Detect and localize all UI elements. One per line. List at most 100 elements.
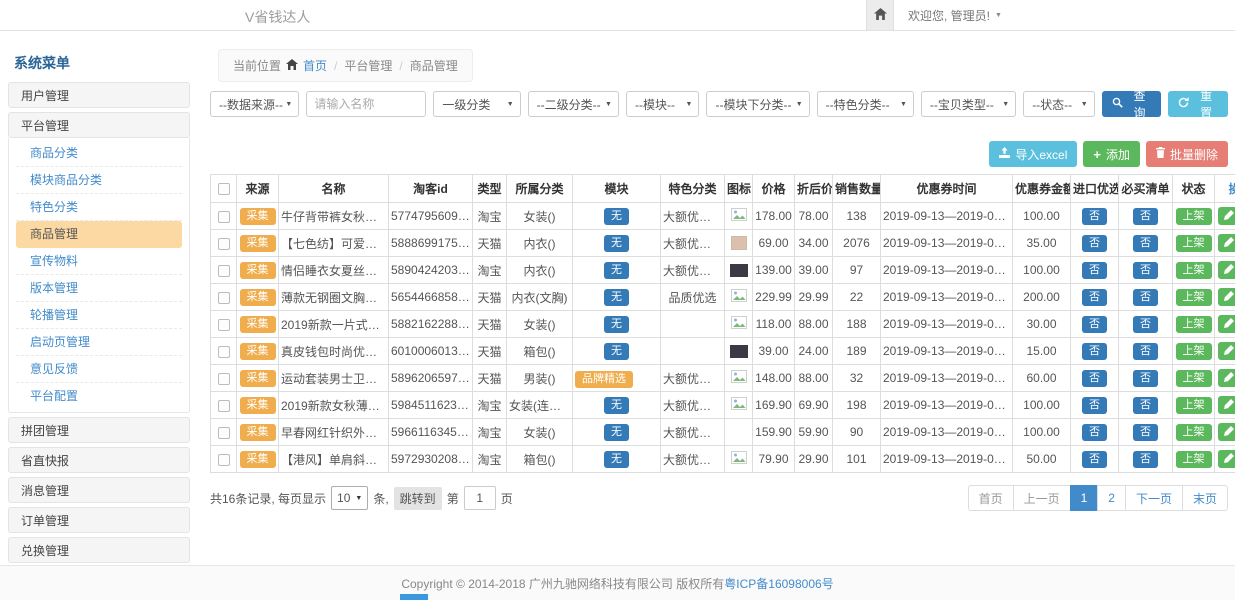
must-buy-toggle[interactable]: 否 bbox=[1133, 343, 1158, 360]
icp-link[interactable]: 粤ICP备16098006号 bbox=[724, 575, 833, 592]
status-badge[interactable]: 上架 bbox=[1176, 262, 1212, 279]
column-header: 所属分类 bbox=[507, 175, 573, 203]
row-select-cell bbox=[211, 284, 237, 311]
status-badge[interactable]: 上架 bbox=[1176, 289, 1212, 306]
row-checkbox[interactable] bbox=[218, 400, 230, 412]
home-button[interactable] bbox=[866, 0, 894, 30]
select-all-checkbox[interactable] bbox=[218, 183, 230, 195]
must-buy-toggle[interactable]: 否 bbox=[1133, 316, 1158, 333]
status-badge[interactable]: 上架 bbox=[1176, 397, 1212, 414]
must-buy-toggle[interactable]: 否 bbox=[1133, 397, 1158, 414]
import-select-toggle[interactable]: 否 bbox=[1082, 262, 1107, 279]
batch-delete-button[interactable]: 批量删除 bbox=[1146, 141, 1228, 167]
import-select-toggle[interactable]: 否 bbox=[1082, 424, 1107, 441]
sidebar-subitem[interactable]: 商品管理 bbox=[16, 221, 182, 248]
sidebar-subitem[interactable]: 模块商品分类 bbox=[16, 167, 182, 194]
filter-select[interactable]: --宝贝类型--▼ bbox=[921, 91, 1016, 117]
must-buy-toggle[interactable]: 否 bbox=[1133, 451, 1158, 468]
pager-button[interactable]: 末页 bbox=[1182, 485, 1228, 511]
import-excel-button[interactable]: 导入excel bbox=[989, 141, 1077, 167]
edit-button[interactable] bbox=[1218, 288, 1235, 306]
status-badge[interactable]: 上架 bbox=[1176, 343, 1212, 360]
must-buy-toggle[interactable]: 否 bbox=[1133, 262, 1158, 279]
row-checkbox[interactable] bbox=[218, 265, 230, 277]
edit-button[interactable] bbox=[1218, 423, 1235, 441]
import-select-toggle[interactable]: 否 bbox=[1082, 316, 1107, 333]
filter-select[interactable]: --特色分类--▼ bbox=[817, 91, 914, 117]
filter-select[interactable]: --二级分类--▼ bbox=[528, 91, 619, 117]
pager-button[interactable]: 首页 bbox=[968, 485, 1014, 511]
edit-button[interactable] bbox=[1218, 261, 1235, 279]
filter-select[interactable]: --模块--▼ bbox=[626, 91, 699, 117]
row-checkbox[interactable] bbox=[218, 454, 230, 466]
page-size-select[interactable]: 10 ▼ bbox=[331, 486, 368, 510]
import-select-cell: 否 bbox=[1071, 257, 1119, 284]
filter-select[interactable]: --状态--▼ bbox=[1023, 91, 1095, 117]
import-select-toggle[interactable]: 否 bbox=[1082, 208, 1107, 225]
sidebar-subitem[interactable]: 版本管理 bbox=[16, 275, 182, 302]
must-buy-toggle[interactable]: 否 bbox=[1133, 424, 1158, 441]
sidebar-item[interactable]: 用户管理 bbox=[8, 82, 190, 108]
edit-button[interactable] bbox=[1218, 207, 1235, 225]
pager-button[interactable]: 下一页 bbox=[1125, 485, 1183, 511]
sidebar-item[interactable]: 订单管理 bbox=[8, 507, 190, 533]
sidebar-item[interactable]: 兑换管理 bbox=[8, 537, 190, 563]
reset-button[interactable]: 重置 bbox=[1168, 91, 1228, 117]
row-checkbox[interactable] bbox=[218, 373, 230, 385]
edit-button[interactable] bbox=[1218, 450, 1235, 468]
edit-button[interactable] bbox=[1218, 369, 1235, 387]
row-checkbox[interactable] bbox=[218, 292, 230, 304]
must-buy-toggle[interactable]: 否 bbox=[1133, 289, 1158, 306]
price-cell: 118.00 bbox=[753, 311, 795, 338]
import-select-toggle[interactable]: 否 bbox=[1082, 370, 1107, 387]
pager-button[interactable]: 1 bbox=[1070, 485, 1099, 511]
status-badge[interactable]: 上架 bbox=[1176, 370, 1212, 387]
must-buy-toggle[interactable]: 否 bbox=[1133, 208, 1158, 225]
sidebar-subitem[interactable]: 宣传物料 bbox=[16, 248, 182, 275]
search-button[interactable]: 查询 bbox=[1102, 91, 1162, 117]
sidebar-subitem[interactable]: 特色分类 bbox=[16, 194, 182, 221]
sidebar-subitem[interactable]: 轮播管理 bbox=[16, 302, 182, 329]
status-badge[interactable]: 上架 bbox=[1176, 316, 1212, 333]
status-badge[interactable]: 上架 bbox=[1176, 235, 1212, 252]
import-select-toggle[interactable]: 否 bbox=[1082, 451, 1107, 468]
jump-button[interactable]: 跳转到 bbox=[394, 487, 442, 510]
row-checkbox[interactable] bbox=[218, 238, 230, 250]
sidebar-item[interactable]: 消息管理 bbox=[8, 477, 190, 503]
filter-select[interactable]: --数据来源--▼ bbox=[210, 91, 299, 117]
must-buy-toggle[interactable]: 否 bbox=[1133, 235, 1158, 252]
status-badge[interactable]: 上架 bbox=[1176, 424, 1212, 441]
sidebar-item[interactable]: 拼团管理 bbox=[8, 417, 190, 443]
filter-select[interactable]: 一级分类▼ bbox=[433, 91, 520, 117]
import-select-toggle[interactable]: 否 bbox=[1082, 289, 1107, 306]
edit-button[interactable] bbox=[1218, 396, 1235, 414]
add-button[interactable]: + 添加 bbox=[1083, 141, 1140, 167]
status-badge[interactable]: 上架 bbox=[1176, 451, 1212, 468]
name-filter-input[interactable] bbox=[306, 91, 426, 117]
row-checkbox[interactable] bbox=[218, 319, 230, 331]
import-select-toggle[interactable]: 否 bbox=[1082, 397, 1107, 414]
sidebar-subitem[interactable]: 启动页管理 bbox=[16, 329, 182, 356]
feature-category-cell: 大额优惠券 bbox=[661, 392, 725, 419]
row-checkbox[interactable] bbox=[218, 211, 230, 223]
pager-button[interactable]: 上一页 bbox=[1013, 485, 1071, 511]
sidebar-item[interactable]: 平台管理 bbox=[8, 112, 190, 138]
row-checkbox[interactable] bbox=[218, 346, 230, 358]
pager-button[interactable]: 2 bbox=[1097, 485, 1126, 511]
sidebar-subitem[interactable]: 意见反馈 bbox=[16, 356, 182, 383]
edit-button[interactable] bbox=[1218, 234, 1235, 252]
edit-button[interactable] bbox=[1218, 342, 1235, 360]
page-number-input[interactable] bbox=[464, 486, 496, 510]
row-checkbox[interactable] bbox=[218, 427, 230, 439]
sidebar-subitem[interactable]: 商品分类 bbox=[16, 140, 182, 167]
edit-button[interactable] bbox=[1218, 315, 1235, 333]
status-badge[interactable]: 上架 bbox=[1176, 208, 1212, 225]
import-select-toggle[interactable]: 否 bbox=[1082, 235, 1107, 252]
filter-select[interactable]: --模块下分类--▼ bbox=[706, 91, 809, 117]
must-buy-toggle[interactable]: 否 bbox=[1133, 370, 1158, 387]
sidebar-item[interactable]: 省直快报 bbox=[8, 447, 190, 473]
import-select-toggle[interactable]: 否 bbox=[1082, 343, 1107, 360]
sidebar-subitem[interactable]: 平台配置 bbox=[16, 383, 182, 410]
user-menu[interactable]: 欢迎您, 管理员! ▼ bbox=[908, 7, 1002, 24]
breadcrumb-home-link[interactable]: 首页 bbox=[303, 57, 327, 74]
